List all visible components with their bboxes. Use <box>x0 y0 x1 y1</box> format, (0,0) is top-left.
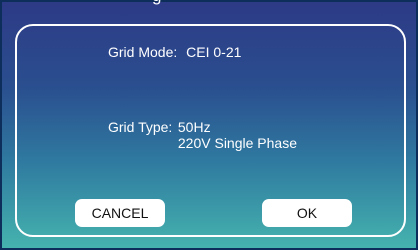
grid-frequency-value: 50Hz <box>177 119 211 135</box>
grid-mode-value: CEI 0-21 <box>186 44 242 60</box>
ok-button[interactable]: OK <box>262 199 352 227</box>
grid-type-label: Grid Type: <box>108 119 173 135</box>
title-fragment-text: g <box>152 0 172 5</box>
title-fragment: g <box>152 0 172 10</box>
grid-mode-row: Grid Mode: CEI 0-21 <box>108 44 241 60</box>
grid-type-row: Grid Type: 50Hz 220V Single Phase <box>108 119 297 151</box>
screen-background: g Grid Mode: CEI 0-21 Grid Type: 50Hz 22… <box>0 0 418 250</box>
grid-phase-value: 220V Single Phase <box>177 135 297 151</box>
cancel-button[interactable]: CANCEL <box>75 199 165 227</box>
grid-settings-dialog: Grid Mode: CEI 0-21 Grid Type: 50Hz 220V… <box>15 24 406 237</box>
grid-type-values: 50Hz 220V Single Phase <box>178 119 297 151</box>
grid-mode-label: Grid Mode: <box>108 44 178 60</box>
